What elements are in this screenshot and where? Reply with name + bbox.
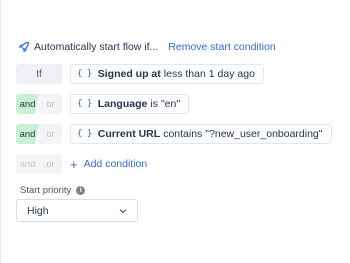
condition-row: If { } Signed up at less than 1 day ago (16, 64, 264, 84)
and-or-toggle: and or (16, 94, 62, 114)
header-title: Automatically start flow if... (34, 41, 159, 53)
add-condition-row: and or + Add condition (16, 154, 147, 174)
add-condition-button[interactable]: + Add condition (70, 158, 147, 171)
condition-chip[interactable]: { } Current URL contains "?new_user_onbo… (70, 124, 332, 144)
start-priority-text: Start priority (20, 185, 72, 196)
rocket-icon (18, 41, 30, 53)
condition-property: Language (97, 98, 148, 110)
and-option[interactable]: and (16, 94, 39, 114)
add-condition-label: Add condition (83, 158, 148, 170)
condition-chip[interactable]: { } Signed up at less than 1 day ago (70, 64, 264, 84)
condition-operator: contains (163, 128, 203, 140)
start-condition-header: Automatically start flow if... Remove st… (18, 40, 276, 54)
condition-chip[interactable]: { } Language is "en" (70, 94, 190, 114)
remove-start-condition-link[interactable]: Remove start condition (168, 41, 275, 53)
condition-operator: less than (163, 68, 206, 80)
info-icon[interactable]: i (76, 186, 86, 195)
condition-row: and or { } Current URL contains "?new_us… (16, 124, 332, 144)
condition-property: Signed up at (97, 68, 161, 80)
condition-value: 1 day ago (208, 68, 255, 80)
and-or-toggle-disabled: and or (16, 154, 62, 174)
condition-value: "?new_user_onboarding" (205, 128, 323, 140)
panel-left-border (0, 0, 1, 263)
attribute-icon: { } (77, 129, 92, 139)
condition-property: Current URL (97, 128, 161, 140)
plus-icon: + (70, 156, 78, 172)
start-priority-label: Start priority i (20, 185, 86, 196)
condition-operator: is (150, 98, 158, 110)
or-option: or (39, 154, 62, 174)
condition-value: "en" (160, 98, 181, 110)
if-badge: If (16, 64, 62, 84)
or-option[interactable]: or (39, 124, 62, 144)
start-priority-value: High (27, 204, 49, 217)
or-option[interactable]: or (39, 94, 62, 114)
and-option: and (16, 154, 39, 174)
condition-row: and or { } Language is "en" (16, 94, 190, 114)
attribute-icon: { } (77, 99, 92, 109)
start-priority-select[interactable]: High (16, 199, 138, 222)
chevron-down-icon (119, 207, 127, 215)
and-option[interactable]: and (16, 124, 39, 144)
attribute-icon: { } (77, 69, 92, 79)
and-or-toggle: and or (16, 124, 62, 144)
